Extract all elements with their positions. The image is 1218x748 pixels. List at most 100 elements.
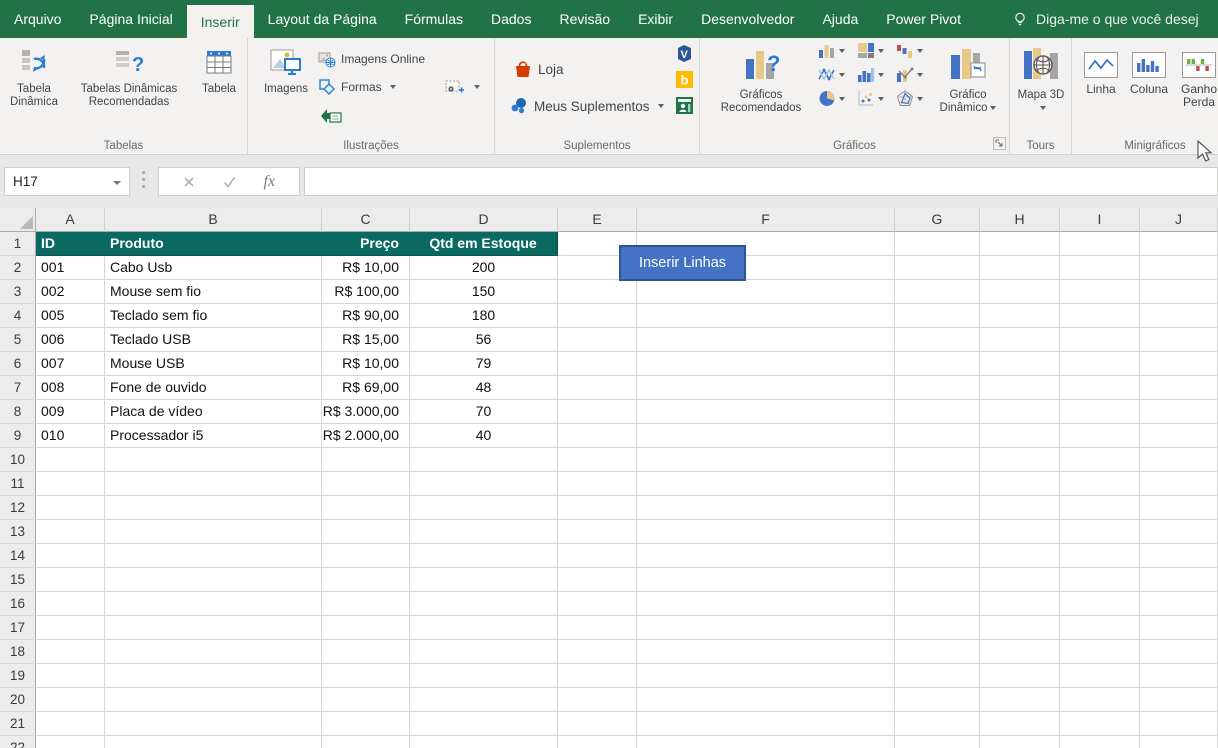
cell-C11[interactable] <box>322 472 410 496</box>
tab-ajuda[interactable]: Ajuda <box>808 0 872 38</box>
cell-E21[interactable] <box>558 712 637 736</box>
cell-D15[interactable] <box>410 568 558 592</box>
cell-A9[interactable]: 010 <box>36 424 105 448</box>
inserir-linhas-button[interactable]: Inserir Linhas <box>619 245 746 281</box>
column-header-I[interactable]: I <box>1060 208 1140 232</box>
cell-I7[interactable] <box>1060 376 1140 400</box>
cell-E5[interactable] <box>558 328 637 352</box>
cell-E19[interactable] <box>558 664 637 688</box>
cell-H7[interactable] <box>980 376 1060 400</box>
cell-E6[interactable] <box>558 352 637 376</box>
cell-I21[interactable] <box>1060 712 1140 736</box>
cell-H5[interactable] <box>980 328 1060 352</box>
screenshot-button[interactable] <box>444 76 480 98</box>
cell-G4[interactable] <box>895 304 980 328</box>
cell-I6[interactable] <box>1060 352 1140 376</box>
cell-C21[interactable] <box>322 712 410 736</box>
cell-A8[interactable]: 009 <box>36 400 105 424</box>
cell-D20[interactable] <box>410 688 558 712</box>
shapes-button[interactable]: Formas <box>318 76 396 98</box>
cell-H10[interactable] <box>980 448 1060 472</box>
cell-H4[interactable] <box>980 304 1060 328</box>
cell-G11[interactable] <box>895 472 980 496</box>
cell-D16[interactable] <box>410 592 558 616</box>
cell-E8[interactable] <box>558 400 637 424</box>
insert-line-chart-button[interactable] <box>818 66 851 83</box>
cell-F8[interactable] <box>637 400 895 424</box>
tab-pagina-inicial[interactable]: Página Inicial <box>75 0 186 38</box>
cell-D6[interactable]: 79 <box>410 352 558 376</box>
cell-B8[interactable]: Placa de vídeo <box>105 400 322 424</box>
insert-combo-chart-button[interactable] <box>896 66 929 83</box>
cell-E22[interactable] <box>558 736 637 748</box>
tab-inserir[interactable]: Inserir <box>187 5 254 38</box>
cell-A6[interactable]: 007 <box>36 352 105 376</box>
cell-G22[interactable] <box>895 736 980 748</box>
cell-G13[interactable] <box>895 520 980 544</box>
cell-C15[interactable] <box>322 568 410 592</box>
cell-B10[interactable] <box>105 448 322 472</box>
tab-revisao[interactable]: Revisão <box>545 0 624 38</box>
cell-F6[interactable] <box>637 352 895 376</box>
column-header-H[interactable]: H <box>980 208 1060 232</box>
cell-C17[interactable] <box>322 616 410 640</box>
cell-J18[interactable] <box>1140 640 1218 664</box>
cell-A17[interactable] <box>36 616 105 640</box>
cell-D4[interactable]: 180 <box>410 304 558 328</box>
cell-G9[interactable] <box>895 424 980 448</box>
column-header-F[interactable]: F <box>637 208 895 232</box>
cell-H3[interactable] <box>980 280 1060 304</box>
tab-layout-da-pagina[interactable]: Layout da Página <box>254 0 391 38</box>
cell-E4[interactable] <box>558 304 637 328</box>
cell-H11[interactable] <box>980 472 1060 496</box>
cell-B6[interactable]: Mouse USB <box>105 352 322 376</box>
cell-D18[interactable] <box>410 640 558 664</box>
cell-D5[interactable]: 56 <box>410 328 558 352</box>
cell-A14[interactable] <box>36 544 105 568</box>
cell-F11[interactable] <box>637 472 895 496</box>
row-header-14[interactable]: 14 <box>0 544 36 568</box>
cell-I19[interactable] <box>1060 664 1140 688</box>
cell-I10[interactable] <box>1060 448 1140 472</box>
cell-F13[interactable] <box>637 520 895 544</box>
cell-H20[interactable] <box>980 688 1060 712</box>
images-button[interactable]: Imagens <box>258 44 314 96</box>
cell-D22[interactable] <box>410 736 558 748</box>
cell-I12[interactable] <box>1060 496 1140 520</box>
cell-H8[interactable] <box>980 400 1060 424</box>
cell-H1[interactable] <box>980 232 1060 256</box>
cell-H19[interactable] <box>980 664 1060 688</box>
cell-G21[interactable] <box>895 712 980 736</box>
cell-B1[interactable]: Produto <box>105 232 322 256</box>
cell-G6[interactable] <box>895 352 980 376</box>
cell-J14[interactable] <box>1140 544 1218 568</box>
cell-F5[interactable] <box>637 328 895 352</box>
cell-J19[interactable] <box>1140 664 1218 688</box>
cell-I1[interactable] <box>1060 232 1140 256</box>
row-header-15[interactable]: 15 <box>0 568 36 592</box>
cell-A2[interactable]: 001 <box>36 256 105 280</box>
cell-B16[interactable] <box>105 592 322 616</box>
cell-H18[interactable] <box>980 640 1060 664</box>
cell-I8[interactable] <box>1060 400 1140 424</box>
tab-formulas[interactable]: Fórmulas <box>391 0 477 38</box>
select-all-corner[interactable] <box>0 208 36 232</box>
cell-F12[interactable] <box>637 496 895 520</box>
cell-A10[interactable] <box>36 448 105 472</box>
row-header-8[interactable]: 8 <box>0 400 36 424</box>
cell-J15[interactable] <box>1140 568 1218 592</box>
cell-G12[interactable] <box>895 496 980 520</box>
cell-J1[interactable] <box>1140 232 1218 256</box>
sparkline-winloss-button[interactable]: Ganho Perda <box>1176 50 1218 109</box>
online-images-button[interactable]: Imagens Online <box>318 48 425 70</box>
cell-E7[interactable] <box>558 376 637 400</box>
cell-A11[interactable] <box>36 472 105 496</box>
cell-J16[interactable] <box>1140 592 1218 616</box>
table-button[interactable]: Tabela <box>194 44 244 96</box>
cell-J3[interactable] <box>1140 280 1218 304</box>
cell-G5[interactable] <box>895 328 980 352</box>
cell-A21[interactable] <box>36 712 105 736</box>
column-header-A[interactable]: A <box>36 208 105 232</box>
cell-A15[interactable] <box>36 568 105 592</box>
formula-input[interactable] <box>304 167 1218 196</box>
